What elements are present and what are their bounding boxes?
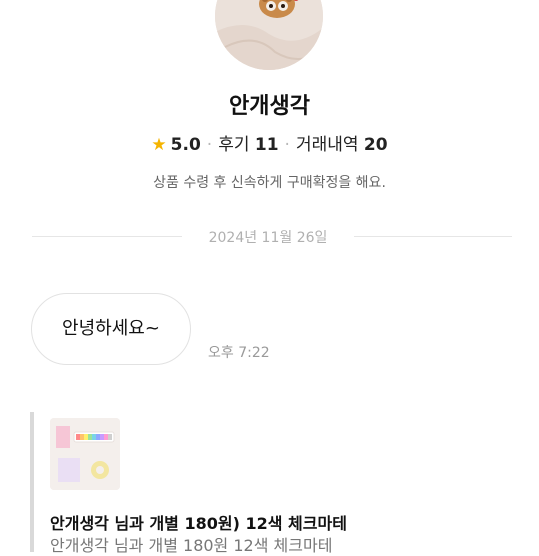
seller-description: 상품 수령 후 신속하게 구매확정을 해요. [153,175,386,191]
trades-count[interactable]: 20 [364,135,388,155]
seller-avatar[interactable] [215,0,323,70]
divider-line [32,236,182,237]
product-card-bar [30,412,34,552]
trades-label[interactable]: 거래내역 [296,135,359,155]
message-time: 오후 7:22 [208,345,270,361]
date-divider: 2024년 11월 26일 [32,226,512,248]
rating-value: 5.0 [170,135,201,155]
message-bubble[interactable]: 안녕하세요~ [31,293,191,365]
seller-nickname: 안개생각 [229,94,310,119]
reviews-label[interactable]: 후기 [218,135,249,155]
seller-stats: ★ 5.0 · 후기 11 · 거래내역 20 [0,130,539,155]
product-card-subtitle: 안개생각 님과 개별 180원 12색 체크마테 [50,536,333,555]
reviews-count[interactable]: 11 [255,135,279,155]
product-thumbnail[interactable] [50,418,120,490]
star-icon: ★ [151,135,167,155]
divider-line [354,236,512,237]
separator-dot: · [206,135,213,155]
product-card-title[interactable]: 안개생각 님과 개별 180원) 12색 체크마테 [50,510,520,534]
date-label: 2024년 11월 26일 [208,230,328,246]
separator-dot: · [284,135,290,155]
